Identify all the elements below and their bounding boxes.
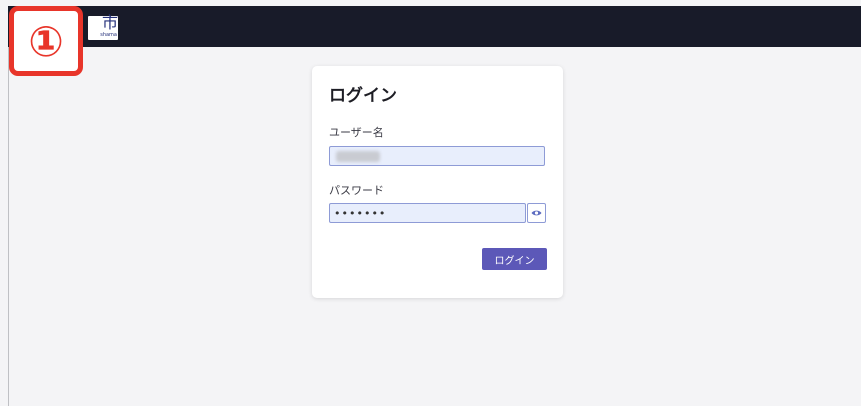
password-input[interactable] (329, 203, 526, 223)
step-number: ① (28, 17, 64, 66)
logo-subtext: shama (100, 32, 117, 38)
logo-kanji: 市 (101, 13, 118, 32)
username-input[interactable] (329, 146, 545, 166)
username-label: ユーザー名 (329, 126, 384, 139)
login-card: ログイン ユーザー名 パスワード ログイン (312, 66, 563, 298)
city-logo[interactable]: 市 shama (88, 13, 118, 40)
password-label: パスワード (329, 184, 384, 197)
login-button[interactable]: ログイン (482, 248, 547, 270)
show-password-button[interactable] (527, 203, 546, 223)
eye-icon (531, 210, 542, 216)
redacted-username (336, 151, 380, 162)
login-title: ログイン (329, 86, 397, 106)
step-number-badge: ① (9, 6, 83, 76)
top-navbar: 市 shama (8, 6, 861, 47)
